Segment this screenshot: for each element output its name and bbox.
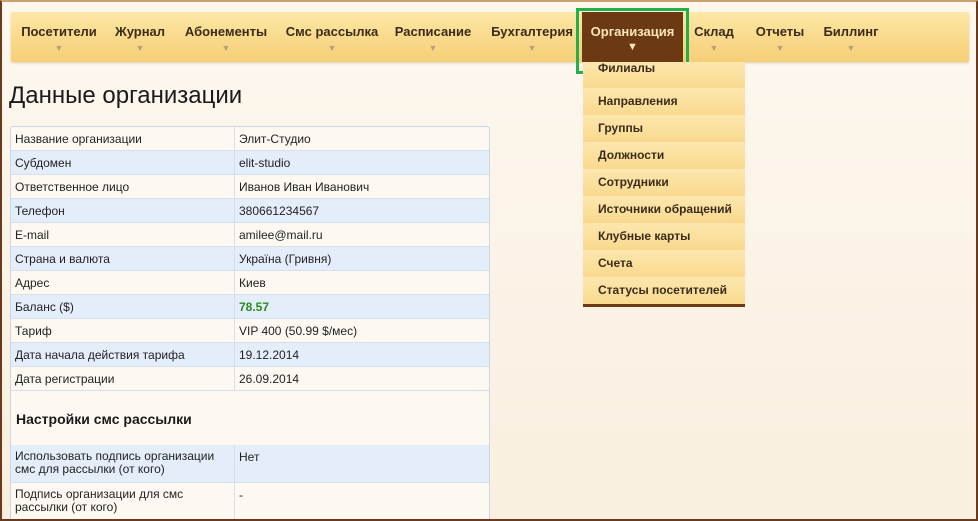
table-row: Тариф VIP 400 (50.99 $/мес) — [11, 319, 489, 343]
nav-item-label: Расписание — [394, 24, 472, 39]
table-row: Субдомен elit-studio — [11, 151, 489, 175]
chevron-down-icon: ▼ — [627, 41, 638, 53]
nav-item-label: Склад — [694, 24, 734, 39]
row-value: Элит-Студио — [239, 132, 311, 146]
nav-item-label: Отчеты — [755, 24, 805, 39]
menu-item-branches[interactable]: Филиалы — [583, 62, 745, 88]
table-row: Подпись организации для смс рассылки (от… — [11, 483, 489, 519]
page-title: Данные организации — [9, 82, 243, 109]
row-value: 26.09.2014 — [239, 372, 300, 386]
chevron-down-icon: ▼ — [135, 43, 145, 53]
nav-item-sms[interactable]: Смс рассылка ▼ — [283, 12, 381, 62]
chevron-down-icon: ▼ — [428, 43, 438, 53]
table-row: Страна и валюта Україна (Гривня) — [11, 247, 489, 271]
chevron-down-icon: ▼ — [221, 43, 231, 53]
chevron-down-icon: ▼ — [775, 43, 785, 53]
menu-item-groups[interactable]: Группы — [583, 115, 745, 142]
row-value: Україна (Гривня) — [239, 252, 332, 266]
nav-item-label: Бухгалтерия — [491, 24, 573, 39]
row-value: 380661234567 — [239, 204, 320, 218]
row-value: amilee@mail.ru — [239, 228, 323, 242]
table-row: Ответственное лицо Иванов Иван Иванович — [11, 175, 489, 199]
chevron-down-icon: ▼ — [846, 43, 856, 53]
nav-item-reports[interactable]: Отчеты ▼ — [749, 12, 811, 62]
menu-item-directions[interactable]: Направления — [583, 88, 745, 115]
table-row: Адрес Киев — [11, 271, 489, 295]
organization-info-table: Название организации Элит-Студио Субдоме… — [10, 126, 490, 519]
row-value: Нет — [239, 450, 260, 464]
row-label: Дата регистрации — [11, 367, 235, 390]
app-window: Посетители ▼ Журнал ▼ Абонементы ▼ Смс р… — [0, 0, 978, 521]
table-row: Использовать подпись организации смс для… — [11, 445, 489, 483]
chevron-down-icon: ▼ — [54, 43, 64, 53]
row-value: elit-studio — [239, 156, 291, 170]
nav-item-visitors[interactable]: Посетители ▼ — [13, 12, 105, 62]
menu-item-visitor-statuses[interactable]: Статусы посетителей — [583, 277, 745, 304]
menu-item-accounts[interactable]: Счета — [583, 250, 745, 277]
nav-item-label: Журнал — [114, 24, 166, 39]
menu-item-lead-sources[interactable]: Источники обращений — [583, 196, 745, 223]
nav-item-label: Биллинг — [823, 24, 879, 39]
nav-item-label: Организация — [590, 24, 675, 39]
menu-item-label: Филиалы — [598, 62, 656, 75]
balance-value: 78.57 — [239, 300, 270, 314]
menu-item-club-cards[interactable]: Клубные карты — [583, 223, 745, 250]
sms-settings-heading: Настройки смс рассылки — [16, 411, 192, 427]
row-label: Страна и валюта — [11, 247, 235, 270]
nav-item-accounting[interactable]: Бухгалтерия ▼ — [487, 12, 577, 62]
row-label: Телефон — [11, 199, 235, 222]
row-value: - — [239, 488, 243, 502]
table-row: E-mail amilee@mail.ru — [11, 223, 489, 247]
row-value: 19.12.2014 — [239, 348, 300, 362]
table-row: Телефон 380661234567 — [11, 199, 489, 223]
organization-dropdown-menu: Филиалы Направления Группы Должности Сот… — [583, 62, 745, 307]
row-label: Дата начала действия тарифа — [11, 343, 235, 366]
nav-item-label: Абонементы — [184, 24, 268, 39]
nav-item-warehouse[interactable]: Склад ▼ — [687, 12, 741, 62]
nav-item-billing[interactable]: Биллинг ▼ — [817, 12, 885, 62]
row-label: Баланс ($) — [11, 295, 235, 318]
nav-item-label: Смс рассылка — [285, 24, 379, 39]
chevron-down-icon: ▼ — [709, 43, 719, 53]
row-value: VIP 400 (50.99 $/мес) — [239, 324, 358, 338]
chevron-down-icon: ▼ — [527, 43, 537, 53]
table-row: Название организации Элит-Студио — [11, 127, 489, 151]
nav-item-organization[interactable]: Организация ▼ — [582, 12, 683, 62]
table-row: Дата регистрации 26.09.2014 — [11, 367, 489, 391]
nav-item-schedule[interactable]: Расписание ▼ — [391, 12, 475, 62]
main-nav: Посетители ▼ Журнал ▼ Абонементы ▼ Смс р… — [11, 12, 969, 62]
table-row: Баланс ($) 78.57 — [11, 295, 489, 319]
row-label: Использовать подпись организации смс для… — [11, 445, 235, 482]
nav-item-journal[interactable]: Журнал ▼ — [109, 12, 171, 62]
row-label: Адрес — [11, 271, 235, 294]
row-label: Подпись организации для смс рассылки (от… — [11, 483, 235, 519]
nav-item-label: Посетители — [21, 24, 97, 39]
row-label: Ответственное лицо — [11, 175, 235, 198]
menu-item-positions[interactable]: Должности — [583, 142, 745, 169]
row-label: Субдомен — [11, 151, 235, 174]
row-label-line: рассылки (от кого) — [15, 500, 118, 514]
row-label: Тариф — [11, 319, 235, 342]
row-label: E-mail — [11, 223, 235, 246]
chevron-down-icon: ▼ — [327, 43, 337, 53]
table-row: Дата начала действия тарифа 19.12.2014 — [11, 343, 489, 367]
row-label-line: смс для рассылки (от кого) — [15, 462, 165, 476]
nav-item-subscriptions[interactable]: Абонементы ▼ — [181, 12, 271, 62]
menu-item-employees[interactable]: Сотрудники — [583, 169, 745, 196]
row-value: Иванов Иван Иванович — [239, 180, 370, 194]
row-value: Киев — [239, 276, 266, 290]
row-label: Название организации — [11, 127, 235, 150]
